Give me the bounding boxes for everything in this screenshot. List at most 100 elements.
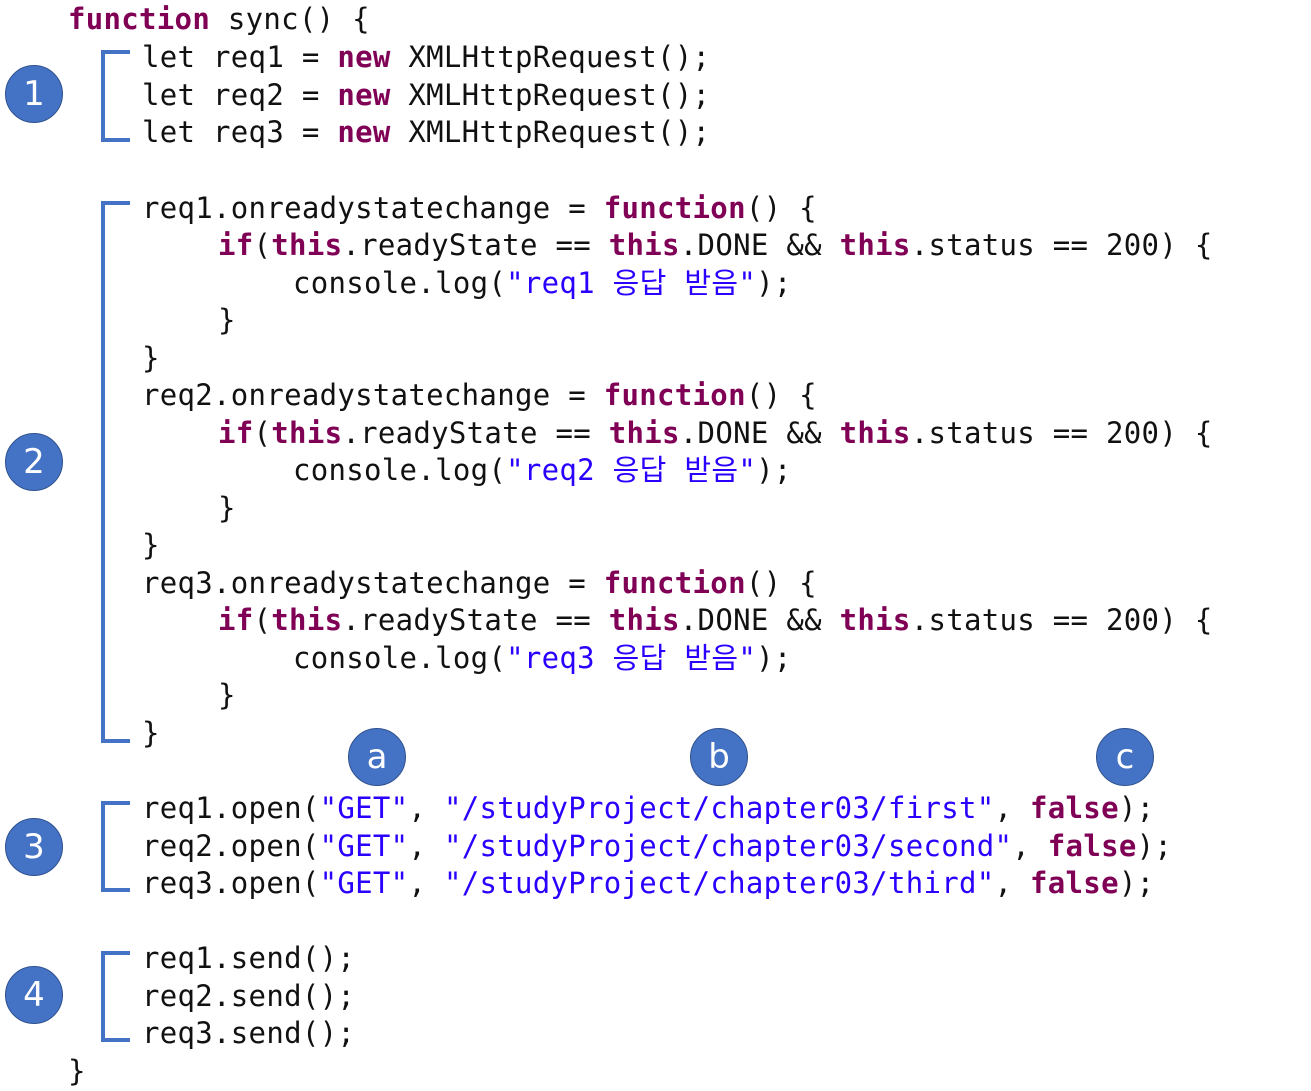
code-text: ,	[994, 791, 1031, 825]
code-text: let req1 =	[142, 40, 338, 74]
code-line: req1.onreadystatechange = function() {	[142, 189, 817, 227]
code-string: "req3 응답 받음"	[506, 641, 757, 675]
code-keyword: this	[608, 603, 680, 637]
code-keyword: new	[337, 115, 391, 149]
code-text: }	[218, 303, 236, 337]
code-text: );	[1136, 829, 1173, 863]
code-line: console.log("req3 응답 받음");	[293, 639, 792, 677]
code-text: req2.open(	[142, 829, 320, 863]
code-text: req1.onreadystatechange =	[142, 191, 604, 225]
code-line: let req2 = new XMLHttpRequest();	[142, 76, 710, 114]
code-keyword: false	[1047, 829, 1137, 863]
code-text: ,	[408, 791, 444, 825]
code-text: }	[142, 341, 160, 375]
code-string: "GET"	[319, 866, 409, 900]
code-keyword: false	[1030, 791, 1119, 825]
code-text: req1.send();	[142, 941, 356, 975]
code-line: if(this.readyState == this.DONE && this.…	[218, 226, 1213, 264]
code-text: () {	[745, 378, 817, 412]
code-string: "GET"	[319, 829, 409, 863]
code-text: }	[218, 491, 236, 525]
code-text: req3.send();	[142, 1016, 356, 1050]
code-string: "/studyProject/chapter03/first"	[443, 791, 995, 825]
code-keyword: if	[218, 416, 254, 450]
code-string: "req2 응답 받음"	[506, 453, 757, 487]
code-keyword: new	[337, 40, 391, 74]
code-text: }	[142, 528, 160, 562]
bracket-3	[101, 801, 130, 892]
code-text: .readyState ==	[342, 416, 609, 450]
code-text: req2.send();	[142, 979, 356, 1013]
code-text: XMLHttpRequest();	[390, 78, 711, 112]
code-line: req1.open("GET", "/studyProject/chapter0…	[142, 789, 1154, 827]
code-text: ,	[994, 866, 1031, 900]
code-line: }	[142, 526, 160, 564]
code-line: }	[142, 714, 160, 752]
code-text: (	[253, 603, 272, 637]
section-brackets	[101, 50, 130, 1042]
code-line: }	[218, 301, 236, 339]
code-line: }	[218, 676, 236, 714]
code-line: req3.send();	[142, 1014, 355, 1052]
code-text: .DONE &&	[679, 416, 840, 450]
code-keyword: function	[68, 2, 211, 36]
code-keyword: this	[608, 228, 680, 262]
code-line: if(this.readyState == this.DONE && this.…	[218, 414, 1213, 452]
arg-c-badge: c	[1096, 728, 1154, 786]
code-text: );	[756, 266, 792, 300]
code-keyword: this	[839, 228, 911, 262]
code-line: console.log("req2 응답 받음");	[293, 451, 792, 489]
code-text: let req3 =	[142, 115, 338, 149]
code-text: ,	[1012, 829, 1048, 863]
arg-a-badge: a	[348, 728, 406, 786]
code-text: req1.open(	[142, 791, 320, 825]
code-line: req2.send();	[142, 977, 355, 1015]
code-string: "GET"	[319, 791, 409, 825]
code-keyword: this	[271, 416, 343, 450]
code-keyword: this	[271, 603, 343, 637]
code-text: .DONE &&	[679, 228, 840, 262]
code-line: }	[218, 489, 236, 527]
code-text: let req2 =	[142, 78, 338, 112]
code-keyword: function	[603, 191, 746, 225]
code-string: "req1 응답 받음"	[506, 266, 757, 300]
code-text: () {	[745, 191, 817, 225]
code-keyword: if	[218, 228, 254, 262]
code-line: }	[142, 339, 160, 377]
code-text: console.log(	[293, 266, 507, 300]
code-text: XMLHttpRequest();	[390, 40, 711, 74]
code-text: );	[1118, 866, 1155, 900]
code-text: ,	[408, 829, 444, 863]
code-text: sync() {	[210, 2, 370, 36]
code-text: .status == 200) {	[910, 416, 1213, 450]
code-line: let req3 = new XMLHttpRequest();	[142, 113, 710, 151]
code-keyword: this	[608, 416, 680, 450]
code-line: req3.open("GET", "/studyProject/chapter0…	[142, 864, 1154, 902]
code-line: function sync() {	[68, 0, 370, 38]
bracket-4	[101, 951, 130, 1042]
code-line: req1.send();	[142, 939, 355, 977]
code-string: "/studyProject/chapter03/second"	[443, 829, 1013, 863]
code-line: console.log("req1 응답 받음");	[293, 264, 792, 302]
code-text: .readyState ==	[342, 228, 609, 262]
code-text: );	[756, 641, 792, 675]
code-text: (	[253, 228, 272, 262]
code-text: console.log(	[293, 641, 507, 675]
code-text: }	[68, 1054, 86, 1088]
code-keyword: false	[1030, 866, 1119, 900]
code-string: "/studyProject/chapter03/third"	[443, 866, 995, 900]
bracket-1	[101, 50, 130, 142]
code-text: }	[218, 678, 236, 712]
code-line: }	[68, 1052, 86, 1090]
code-keyword: this	[839, 603, 911, 637]
code-text: req3.onreadystatechange =	[142, 566, 604, 600]
code-line: req2.open("GET", "/studyProject/chapter0…	[142, 827, 1172, 865]
section-1-badge: 1	[5, 65, 63, 123]
section-3-badge: 3	[5, 818, 63, 876]
code-keyword: function	[603, 566, 746, 600]
code-text: req3.open(	[142, 866, 320, 900]
code-text: }	[142, 716, 160, 750]
code-text: );	[1118, 791, 1155, 825]
section-4-badge: 4	[5, 966, 63, 1024]
code-text: req2.onreadystatechange =	[142, 378, 604, 412]
